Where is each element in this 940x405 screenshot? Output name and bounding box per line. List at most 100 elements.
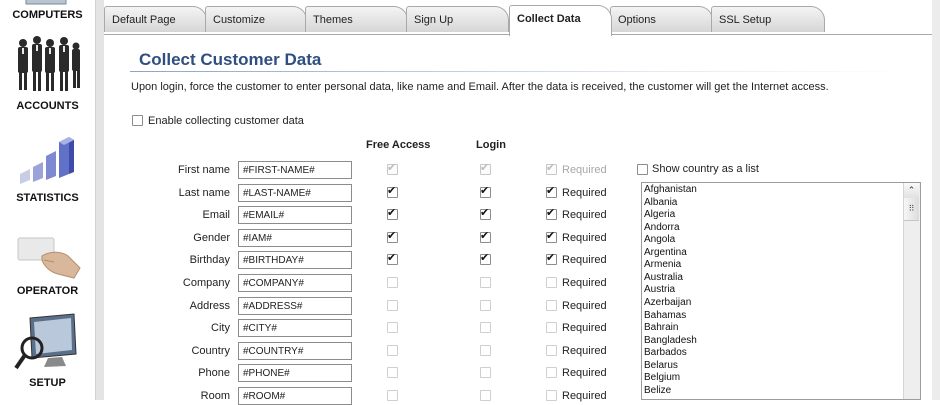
required-checkbox[interactable] [546, 390, 557, 401]
country-option[interactable]: Albania [644, 197, 677, 210]
free-access-checkbox[interactable] [387, 345, 398, 356]
country-option[interactable]: Austria [644, 284, 675, 297]
scroll-up-icon[interactable]: ⌃ [904, 183, 919, 199]
field-input[interactable] [238, 274, 352, 292]
field-input[interactable] [238, 297, 352, 315]
field-input[interactable] [238, 387, 352, 405]
country-option[interactable]: Algeria [644, 209, 675, 222]
field-input[interactable] [238, 184, 352, 202]
login-checkbox[interactable] [480, 300, 491, 311]
required-label: Required [562, 254, 607, 266]
country-option[interactable]: Afghanistan [644, 184, 697, 197]
free-access-checkbox[interactable] [387, 300, 398, 311]
field-input[interactable] [238, 364, 352, 382]
tab-collect-data[interactable]: Collect Data [509, 5, 612, 36]
field-label: Country [191, 345, 230, 357]
sidebar-item-operator[interactable]: OPERATOR [0, 230, 95, 302]
country-option[interactable]: Armenia [644, 259, 681, 272]
required-checkbox[interactable]: ✔ [546, 207, 557, 220]
show-country-list-checkbox[interactable] [637, 164, 648, 175]
field-input[interactable] [238, 251, 352, 269]
show-country-list-label: Show country as a list [652, 163, 759, 175]
required-label: Required [562, 232, 607, 244]
sidebar-item-setup[interactable]: SETUP [0, 312, 95, 400]
column-header-free-access: Free Access [366, 139, 431, 151]
sidebar-item-computers[interactable]: COMPUTERS [0, 0, 95, 24]
sidebar: COMPUTERS ACCOUNTS STATISTICS OPERATOR S… [0, 0, 95, 400]
field-input[interactable] [238, 229, 352, 247]
country-option[interactable]: Australia [644, 272, 683, 285]
required-checkbox[interactable] [546, 277, 557, 288]
free-access-checkbox[interactable]: ✔ [387, 230, 398, 243]
free-access-checkbox[interactable]: ✔ [387, 185, 398, 198]
required-checkbox[interactable] [546, 367, 557, 378]
login-checkbox[interactable]: ✔ [480, 230, 491, 243]
required-checkbox[interactable]: ✔ [546, 252, 557, 265]
sidebar-item-statistics[interactable]: STATISTICS [0, 122, 95, 208]
free-access-checkbox[interactable] [387, 390, 398, 401]
country-option[interactable]: Belize [644, 385, 671, 398]
login-checkbox[interactable] [480, 322, 491, 333]
field-input[interactable] [238, 319, 352, 337]
check-icon: ✔ [387, 207, 397, 219]
free-access-checkbox[interactable]: ✔ [387, 207, 398, 220]
country-option[interactable]: Bahrain [644, 322, 678, 335]
required-checkbox[interactable]: ✔ [546, 230, 557, 243]
country-option[interactable]: Belgium [644, 372, 680, 385]
field-input[interactable] [238, 161, 352, 179]
country-option[interactable]: Azerbaijan [644, 297, 691, 310]
login-checkbox: ✔ [480, 162, 491, 175]
field-label: Address [189, 300, 230, 312]
required-checkbox[interactable] [546, 322, 557, 333]
free-access-checkbox[interactable] [387, 367, 398, 378]
free-access-checkbox[interactable] [387, 277, 398, 288]
country-option[interactable]: Angola [644, 234, 675, 247]
people-icon [18, 36, 80, 91]
field-input[interactable] [238, 206, 352, 224]
login-checkbox[interactable] [480, 345, 491, 356]
tab-themes[interactable]: Themes [305, 6, 408, 32]
tab-bar: Default Page Customize Themes Sign Up Co… [104, 0, 932, 36]
enable-collecting-checkbox[interactable] [132, 115, 143, 126]
country-option[interactable]: Argentina [644, 247, 687, 260]
country-scrollbar[interactable]: ⌃ ⠿ [903, 183, 920, 399]
required-label: Required [562, 390, 607, 402]
sidebar-item-label: SETUP [29, 377, 66, 389]
field-input[interactable] [238, 342, 352, 360]
login-checkbox[interactable] [480, 367, 491, 378]
tab-options[interactable]: Options [610, 6, 713, 32]
tab-default-page[interactable]: Default Page [104, 6, 207, 32]
free-access-checkbox[interactable] [387, 322, 398, 333]
title-divider [130, 71, 910, 72]
check-icon: ✔ [480, 230, 490, 242]
country-option[interactable]: Bangladesh [644, 335, 697, 348]
free-access-checkbox[interactable]: ✔ [387, 252, 398, 265]
tab-customize[interactable]: Customize [205, 6, 307, 32]
check-icon: ✔ [546, 230, 556, 242]
monitor-magnifier-icon [14, 313, 77, 370]
country-option[interactable]: Belarus [644, 360, 678, 373]
required-label: Required [562, 277, 607, 289]
window-edge [931, 0, 940, 400]
sidebar-item-label: COMPUTERS [12, 9, 83, 21]
tab-sign-up[interactable]: Sign Up [406, 6, 509, 32]
sidebar-item-accounts[interactable]: ACCOUNTS [0, 34, 95, 114]
login-checkbox[interactable]: ✔ [480, 207, 491, 220]
country-option[interactable]: Bahamas [644, 310, 686, 323]
login-checkbox[interactable]: ✔ [480, 252, 491, 265]
tab-ssl-setup[interactable]: SSL Setup [711, 6, 825, 32]
country-listbox[interactable]: Afghanistan Albania Algeria Andorra Angola Ar… [641, 182, 921, 400]
required-label: Required [562, 164, 607, 176]
required-checkbox[interactable] [546, 300, 557, 311]
login-checkbox[interactable] [480, 277, 491, 288]
login-checkbox[interactable] [480, 390, 491, 401]
scroll-thumb[interactable]: ⠿ [904, 198, 919, 221]
bar-chart-icon [20, 137, 74, 184]
sidebar-item-label: ACCOUNTS [16, 100, 79, 112]
required-checkbox[interactable]: ✔ [546, 185, 557, 198]
country-option[interactable]: Barbados [644, 347, 687, 360]
country-option[interactable]: Andorra [644, 222, 680, 235]
check-icon: ✔ [480, 185, 490, 197]
required-checkbox[interactable] [546, 345, 557, 356]
login-checkbox[interactable]: ✔ [480, 185, 491, 198]
